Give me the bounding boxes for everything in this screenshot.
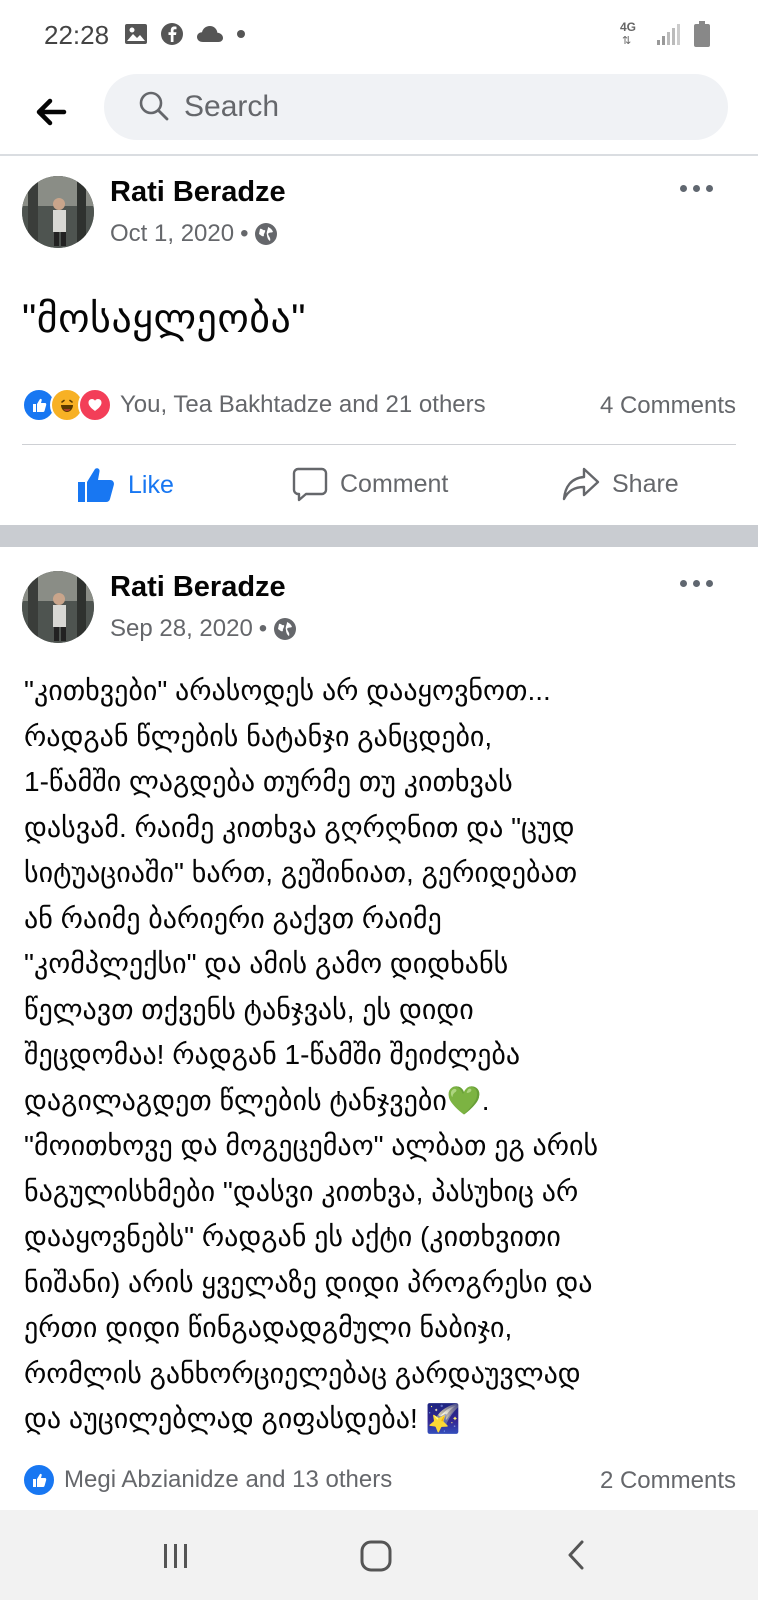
meta-separator: • [240, 220, 249, 247]
share-icon [562, 467, 600, 501]
comments-count[interactable]: 2 Comments [600, 1467, 736, 1495]
reactions-summary[interactable]: You, Tea Bakhtadze and 21 others [22, 388, 486, 422]
post-date[interactable]: Sep 28, 2020 [110, 615, 253, 643]
post-text: "მოსაყლეობა" [22, 297, 307, 341]
nav-back-button[interactable] [550, 1530, 602, 1580]
4g-icon: 4G ⇅ [620, 20, 637, 47]
reaction-icons [22, 1463, 56, 1497]
recent-apps-button[interactable] [150, 1530, 202, 1580]
status-bar: 22:28 4G ⇅ [0, 0, 758, 72]
post-meta: Oct 1, 2020 • [110, 220, 278, 248]
comment-label: Comment [340, 469, 449, 498]
avatar[interactable] [22, 571, 94, 643]
share-button[interactable]: Share [562, 466, 679, 502]
post-card: Rati Beradze Oct 1, 2020 • "მოსაყლეობა" … [0, 156, 758, 525]
back-arrow-icon [36, 98, 67, 126]
home-icon [360, 1540, 392, 1572]
status-system-icons: 4G ⇅ [620, 20, 710, 48]
image-icon [125, 24, 147, 44]
home-button[interactable] [350, 1530, 402, 1580]
facebook-icon [161, 23, 183, 45]
search-header [0, 72, 758, 156]
status-notification-icons [124, 22, 246, 46]
search-icon [139, 91, 169, 121]
post-author[interactable]: Rati Beradze [110, 176, 286, 209]
nav-back-icon [568, 1540, 584, 1570]
like-icon [78, 468, 114, 502]
like-button[interactable]: Like [76, 466, 174, 504]
post-actions: Like Comment Share [0, 446, 758, 525]
reactions-text: Megi Abzianidze and 13 others [64, 1466, 393, 1493]
post-meta: Sep 28, 2020 • [110, 615, 297, 643]
comment-icon [292, 467, 328, 502]
post-text: "კითხვები" არასოდეს არ დააყოვნოთ... რადგ… [24, 675, 599, 1434]
like-label: Like [128, 470, 174, 499]
share-label: Share [612, 469, 679, 498]
back-button[interactable] [30, 90, 74, 134]
dot-icon [237, 30, 245, 38]
meta-separator: • [258, 615, 268, 642]
recent-apps-icon [164, 1544, 187, 1568]
more-options-button[interactable] [674, 176, 718, 200]
signal-icon [657, 24, 680, 45]
battery-icon [694, 21, 710, 47]
post-date[interactable]: Oct 1, 2020 [110, 220, 234, 248]
comments-count[interactable]: 4 Comments [600, 392, 736, 420]
post-divider [22, 444, 736, 445]
network-label: 4G [620, 20, 637, 34]
reactions-summary[interactable]: Megi Abzianidze and 13 others [22, 1463, 392, 1497]
love-reaction-icon [78, 388, 112, 422]
post-card: Rati Beradze Sep 28, 2020 • "კითხვები" ა… [0, 547, 758, 1510]
globe-icon [274, 618, 297, 640]
feed-separator [0, 525, 758, 547]
avatar[interactable] [22, 176, 94, 248]
globe-icon [255, 223, 278, 245]
cloud-icon [197, 26, 223, 42]
reactions-text: You, Tea Bakhtadze and 21 others [120, 391, 486, 418]
system-navigation-bar [0, 1510, 758, 1600]
post-author[interactable]: Rati Beradze [110, 571, 286, 604]
comment-button[interactable]: Comment [292, 466, 448, 502]
search-input[interactable] [184, 86, 704, 128]
like-reaction-icon [22, 1463, 56, 1497]
search-bar[interactable] [104, 74, 728, 140]
reaction-icons [22, 388, 112, 422]
more-options-button[interactable] [674, 571, 718, 595]
status-time: 22:28 [44, 20, 110, 50]
